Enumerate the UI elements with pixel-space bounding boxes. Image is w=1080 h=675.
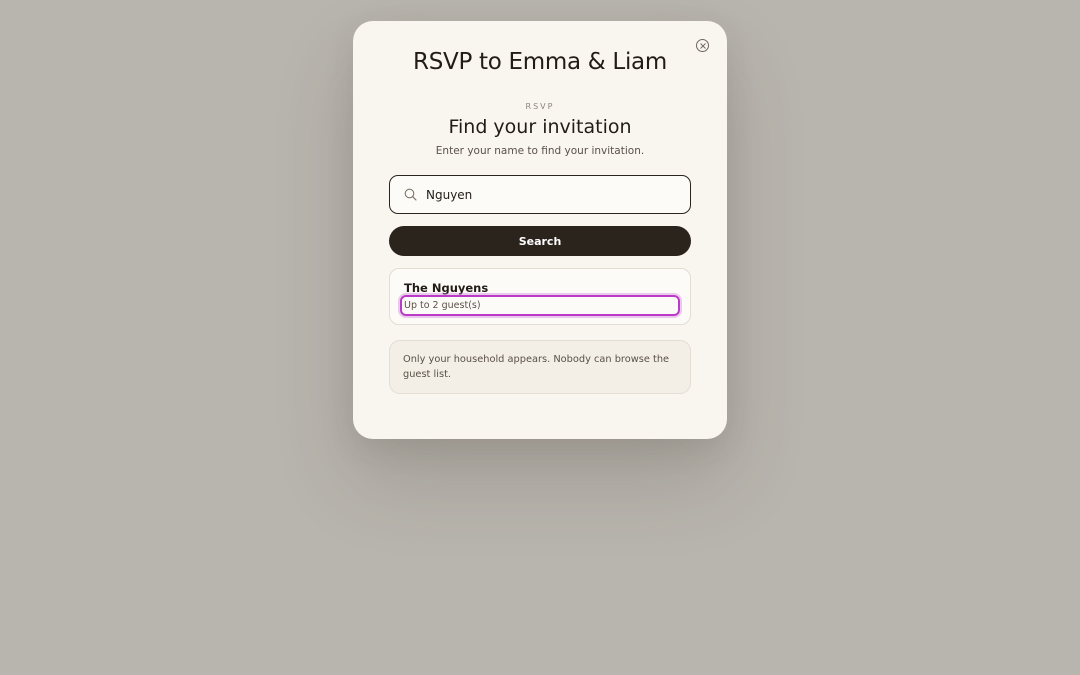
section-heading: Find your invitation: [448, 116, 632, 138]
rsvp-modal: RSVP to Emma & Liam RSVP Find your invit…: [353, 21, 727, 439]
household-name: The Nguyens: [404, 281, 489, 295]
privacy-note: Only your household appears. Nobody can …: [389, 340, 691, 394]
household-result-card[interactable]: The Nguyens Up to 2 guest(s): [389, 268, 691, 325]
search-field[interactable]: [389, 175, 691, 214]
section-subtext: Enter your name to find your invitation.: [435, 145, 645, 157]
section-eyebrow: RSVP: [525, 102, 555, 111]
search-icon: [404, 188, 417, 201]
guest-allowance: Up to 2 guest(s): [400, 295, 680, 316]
search-button[interactable]: Search: [389, 226, 691, 256]
modal-title: RSVP to Emma & Liam: [413, 49, 667, 75]
close-icon: [699, 42, 706, 49]
search-input[interactable]: [426, 187, 666, 202]
